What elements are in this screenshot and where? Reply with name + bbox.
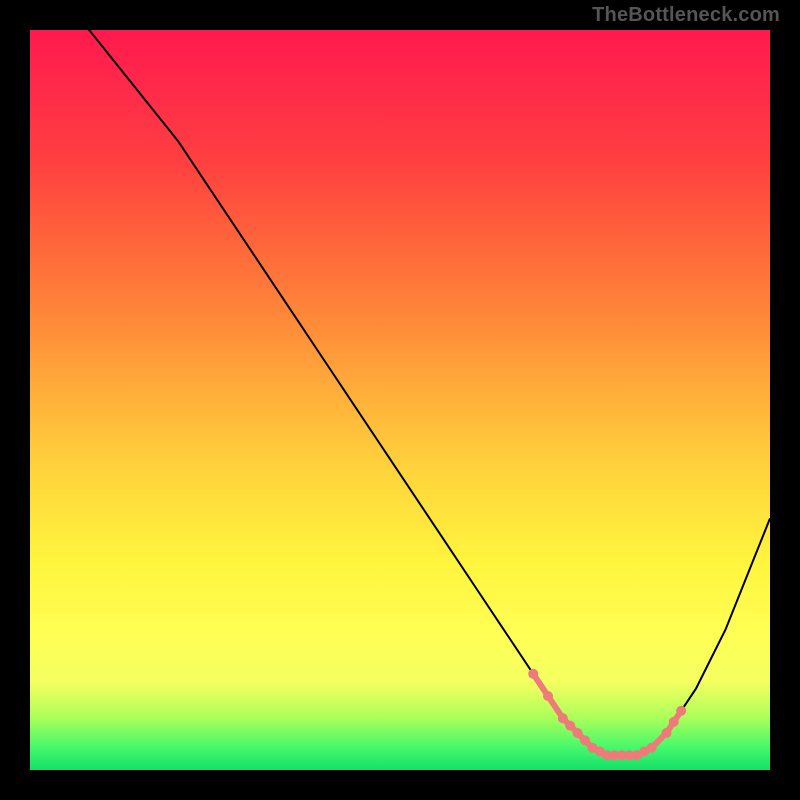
highlight-point bbox=[565, 721, 575, 731]
highlight-point bbox=[528, 669, 538, 679]
bottleneck-curve bbox=[30, 30, 770, 755]
highlight-point bbox=[573, 728, 583, 738]
highlight-point bbox=[661, 728, 671, 738]
highlight-point bbox=[543, 691, 553, 701]
highlight-markers bbox=[528, 669, 686, 760]
plot-area bbox=[30, 30, 770, 770]
chart-frame: TheBottleneck.com bbox=[0, 0, 800, 800]
highlight-segment bbox=[533, 674, 681, 755]
highlight-point bbox=[676, 706, 686, 716]
highlight-point bbox=[647, 743, 657, 753]
curve-layer bbox=[30, 30, 770, 770]
highlight-point bbox=[669, 717, 679, 727]
watermark-text: TheBottleneck.com bbox=[592, 4, 780, 27]
highlight-point bbox=[558, 713, 568, 723]
highlight-point bbox=[580, 735, 590, 745]
